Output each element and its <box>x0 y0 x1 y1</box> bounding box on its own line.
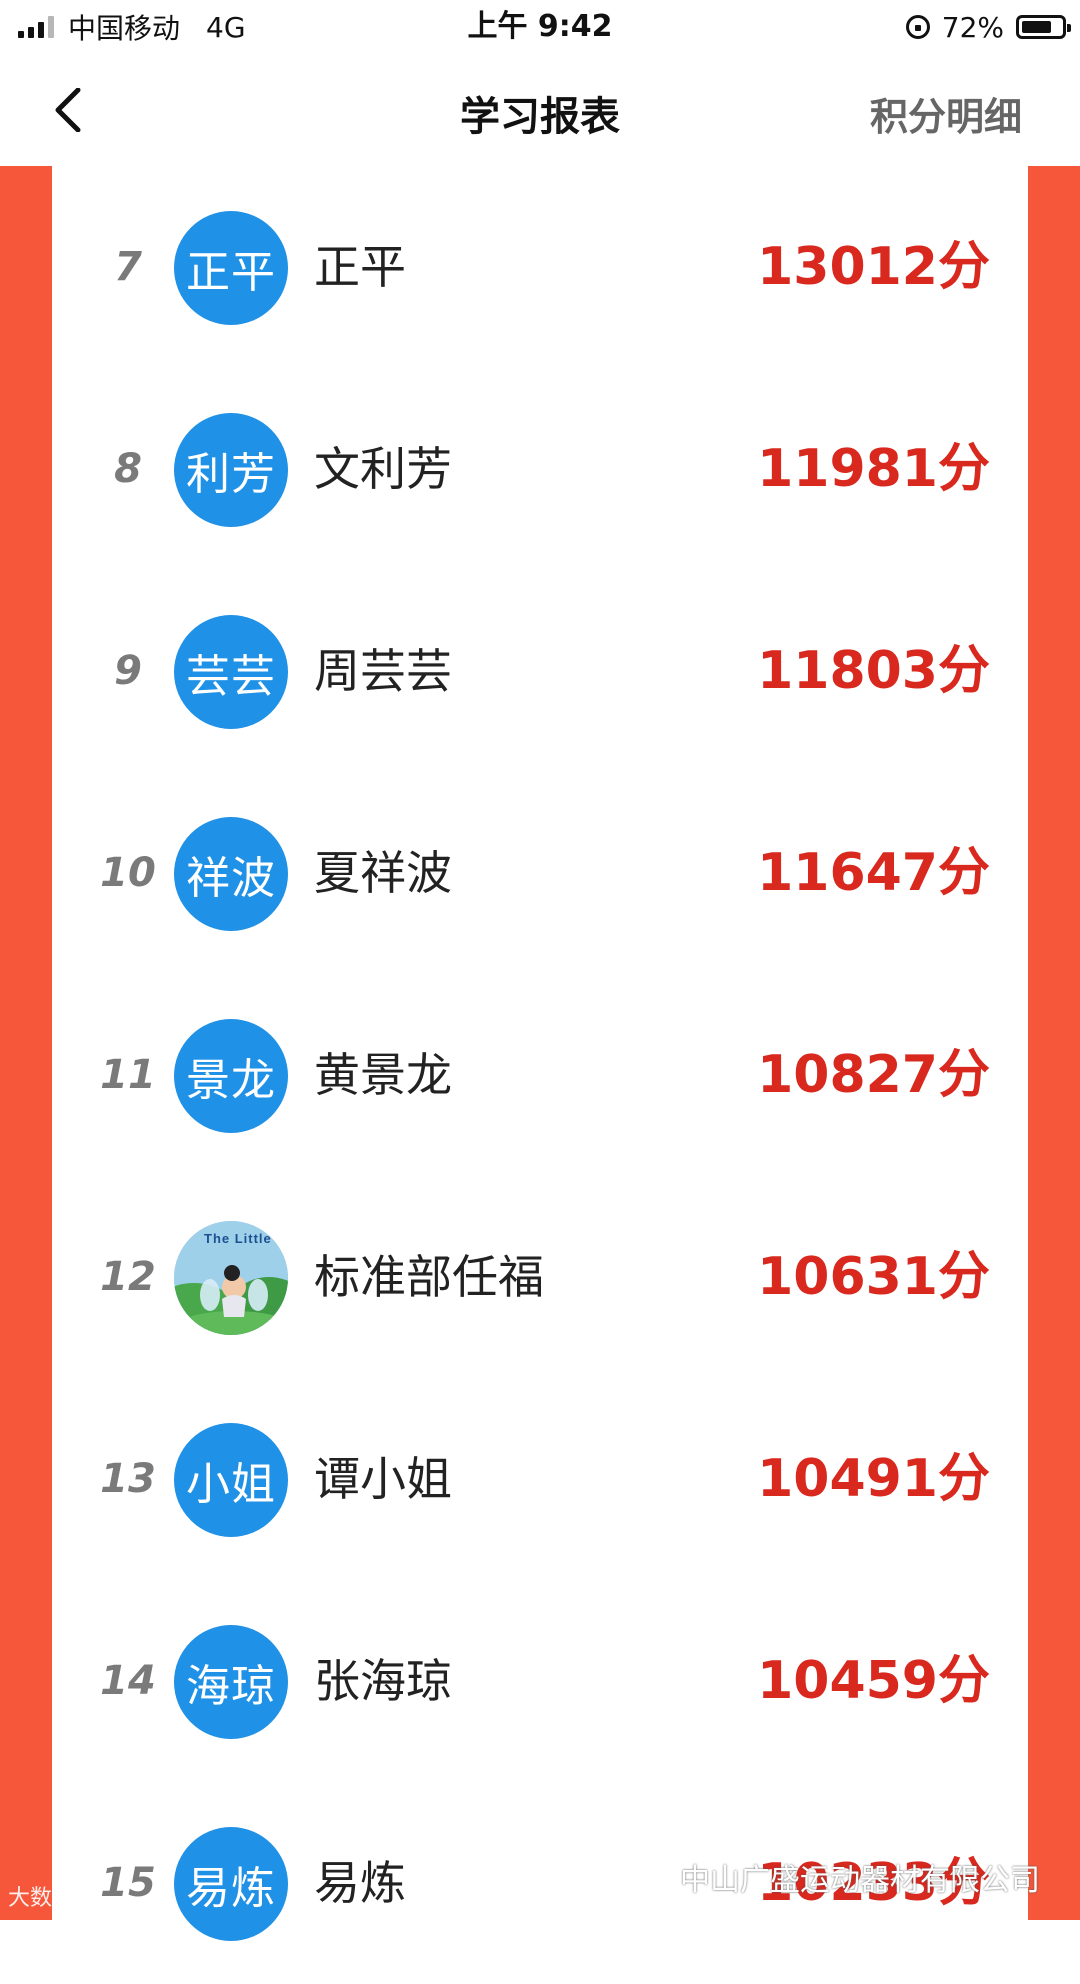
rank-number: 9 <box>114 648 142 694</box>
avatar: 利芳 <box>174 413 288 527</box>
watermark-right: 中山广盛运动器材有限公司 <box>632 1855 1040 1899</box>
ranking-row[interactable]: 8 利芳 文利芳 11981分 <box>52 368 1028 570</box>
wechat-icon <box>632 1863 670 1891</box>
user-name: 正平 <box>314 240 406 294</box>
nav-bar: 学习报表 积分明细 <box>0 54 1080 166</box>
avatar: 小姐 <box>174 1423 288 1537</box>
avatar-image: The Little Fairy <box>174 1221 288 1335</box>
user-name: 标准部任福 <box>314 1250 544 1304</box>
score: 11647分 <box>757 843 990 903</box>
score: 11981分 <box>757 439 990 499</box>
user-name: 张海琼 <box>314 1654 452 1708</box>
ranking-row[interactable]: 7 正平 正平 13012分 <box>52 166 1028 368</box>
user-name: 谭小姐 <box>314 1452 452 1506</box>
user-name: 黄景龙 <box>314 1048 452 1102</box>
score: 10459分 <box>757 1651 990 1711</box>
battery-percent: 72% <box>941 10 1004 44</box>
score: 10631分 <box>757 1247 990 1307</box>
rank-number: 12 <box>100 1254 156 1300</box>
watermark-left: 大数跨境 <box>8 1886 97 1911</box>
watermark-right-text: 中山广盛运动器材有限公司 <box>680 1863 1040 1898</box>
status-bar: 中国移动 4G 上午 9:42 72% <box>0 0 1080 54</box>
rank-number: 15 <box>100 1860 156 1906</box>
ranking-list[interactable]: 7 正平 正平 13012分 8 利芳 文利芳 11981分 9 芸芸 周芸芸 … <box>52 166 1028 1941</box>
status-right: 72% <box>905 6 1071 48</box>
rank-number: 13 <box>100 1456 156 1502</box>
points-detail-link[interactable]: 积分明细 <box>870 86 1022 141</box>
avatar-image-text: The Little Fairy <box>204 1231 288 1246</box>
red-frame-right <box>1028 166 1080 1920</box>
rotation-lock-icon <box>905 15 930 39</box>
rank-number: 7 <box>114 244 142 290</box>
ranking-row[interactable]: 10 祥波 夏祥波 11647分 <box>52 772 1028 974</box>
avatar: 祥波 <box>174 817 288 931</box>
battery-icon <box>1016 15 1071 39</box>
score: 10827分 <box>757 1045 990 1105</box>
avatar: 景龙 <box>174 1019 288 1133</box>
ranking-row[interactable]: 12 The Little Fairy 标准部任福 10631分 <box>52 1176 1028 1378</box>
user-name: 夏祥波 <box>314 846 452 900</box>
score: 13012分 <box>757 237 990 297</box>
ranking-row[interactable]: 13 小姐 谭小姐 10491分 <box>52 1378 1028 1580</box>
fairy-avatar-illustration: The Little Fairy <box>174 1221 288 1335</box>
rank-number: 11 <box>100 1052 156 1098</box>
score: 11803分 <box>757 641 990 701</box>
rank-number: 10 <box>100 850 156 896</box>
avatar: 易炼 <box>174 1827 288 1941</box>
avatar: 正平 <box>174 211 288 325</box>
avatar: 芸芸 <box>174 615 288 729</box>
score: 10491分 <box>757 1449 990 1509</box>
rank-number: 8 <box>114 446 142 492</box>
user-name: 周芸芸 <box>314 644 452 698</box>
ranking-row[interactable]: 9 芸芸 周芸芸 11803分 <box>52 570 1028 772</box>
ranking-row[interactable]: 11 景龙 黄景龙 10827分 <box>52 974 1028 1176</box>
rank-number: 14 <box>100 1658 156 1704</box>
ranking-row[interactable]: 14 海琼 张海琼 10459分 <box>52 1580 1028 1782</box>
user-name: 文利芳 <box>314 442 452 496</box>
avatar: 海琼 <box>174 1625 288 1739</box>
red-frame-left <box>0 166 52 1920</box>
